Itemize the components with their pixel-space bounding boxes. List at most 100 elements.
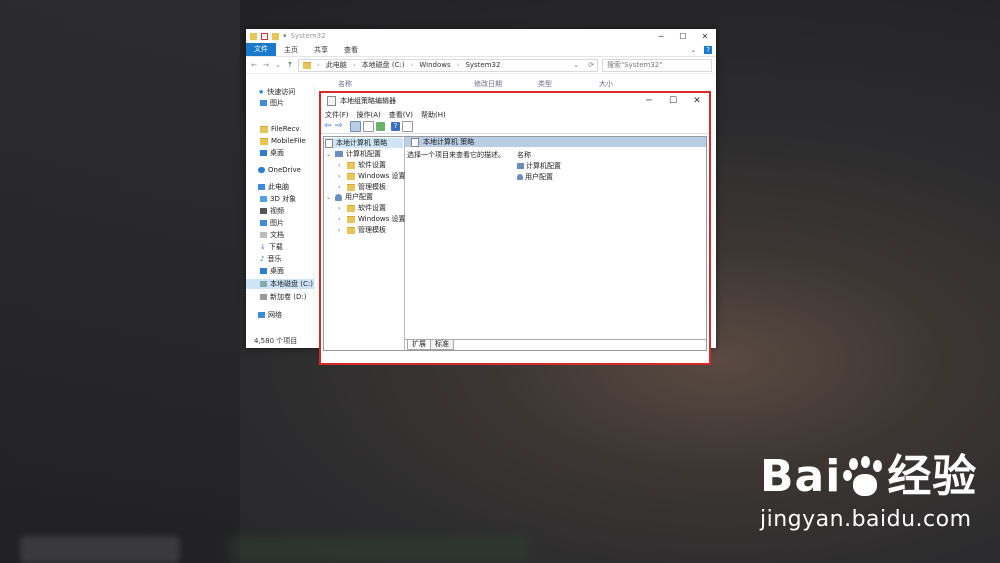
tree-item-software-settings[interactable]: › 软件设置 — [338, 203, 386, 213]
folder-icon — [347, 215, 355, 223]
policy-document-icon — [327, 96, 336, 106]
list-item-computer-config[interactable]: 计算机配置 — [517, 160, 561, 171]
folder-icon — [250, 32, 257, 40]
close-button[interactable]: ✕ — [694, 32, 716, 41]
properties-icon[interactable] — [402, 121, 413, 132]
nav-item-pictures[interactable]: 图片 — [260, 98, 284, 108]
tree-item-root[interactable]: 本地计算机 策略 — [325, 138, 403, 148]
nav-item-documents[interactable]: 文档 — [260, 230, 284, 240]
folder-icon — [347, 172, 355, 180]
refresh-icon[interactable]: ⟳ — [585, 61, 597, 69]
folder-icon — [347, 204, 355, 212]
nav-item-downloads[interactable]: ↓ 下载 — [260, 242, 283, 252]
nav-item-videos[interactable]: 视频 — [260, 206, 284, 216]
close-button[interactable]: ✕ — [685, 96, 709, 106]
list-item-user-config[interactable]: 用户配置 — [517, 171, 561, 182]
maximize-button[interactable]: ☐ — [661, 96, 685, 106]
tab-home[interactable]: 主页 — [276, 45, 306, 55]
background-blur — [0, 0, 240, 563]
chevron-down-icon[interactable]: ⌄ — [326, 194, 332, 201]
tab-view[interactable]: 查看 — [336, 45, 366, 55]
maximize-button[interactable]: ☐ — [672, 32, 694, 41]
quick-access-dropdown-icon[interactable]: ▾ — [283, 32, 287, 40]
nav-item-3d-objects[interactable]: 3D 对象 — [260, 194, 296, 204]
folder-icon — [260, 125, 268, 133]
computer-icon — [258, 184, 265, 190]
recent-dropdown-icon[interactable]: ⌄ — [274, 61, 282, 69]
tree-item-computer-config[interactable]: ⌄ 计算机配置 — [326, 149, 381, 159]
back-icon[interactable]: ← — [250, 61, 258, 69]
paw-icon — [843, 456, 885, 498]
nav-item-desktop[interactable]: 桌面 — [260, 266, 284, 276]
nav-item-filerecv[interactable]: FileRecv — [260, 124, 300, 134]
nav-item-this-pc[interactable]: 此电脑 — [258, 182, 289, 192]
chevron-right-icon[interactable]: › — [338, 184, 344, 191]
tree-item-windows-settings[interactable]: › Windows 设置 — [338, 214, 405, 224]
folder-icon[interactable] — [272, 32, 279, 40]
tab-file[interactable]: 文件 — [246, 43, 276, 56]
back-icon[interactable]: ⇦ — [324, 122, 333, 131]
breadcrumb-separator-icon: › — [456, 61, 460, 69]
search-input[interactable]: 搜索"System32" — [602, 58, 712, 72]
properties-icon[interactable] — [261, 32, 268, 40]
up-icon[interactable]: ↑ — [286, 61, 294, 69]
nav-item-music[interactable]: ♪ 音乐 — [260, 254, 281, 264]
chevron-right-icon[interactable]: › — [338, 173, 344, 180]
tree-item-software-settings[interactable]: › 软件设置 — [338, 160, 386, 170]
tree-item-user-config[interactable]: ⌄ 用户配置 — [326, 192, 373, 202]
tree-item-admin-templates[interactable]: › 管理模板 — [338, 182, 386, 192]
chevron-down-icon[interactable]: ⌄ — [326, 151, 332, 158]
tab-standard[interactable]: 标准 — [430, 340, 454, 350]
nav-item-mobilefile[interactable]: MobileFile — [260, 136, 306, 146]
menu-file[interactable]: 文件(F) — [325, 110, 349, 120]
breadcrumb-item[interactable]: System32 — [465, 61, 500, 69]
breadcrumb-item[interactable]: 本地磁盘 (C:) — [362, 60, 405, 70]
window-title: 本地组策略编辑器 — [340, 97, 396, 105]
details-list: 名称 计算机配置 用户配置 — [517, 149, 561, 182]
column-date[interactable]: 修改日期 — [474, 79, 502, 89]
chevron-right-icon[interactable]: › — [338, 205, 344, 212]
list-icon[interactable] — [363, 121, 374, 132]
column-size[interactable]: 大小 — [599, 79, 613, 89]
list-header-name[interactable]: 名称 — [517, 149, 561, 160]
chevron-right-icon[interactable]: › — [338, 216, 344, 223]
computer-icon — [335, 151, 343, 157]
details-header: 本地计算机 策略 — [405, 137, 706, 147]
forward-icon[interactable]: → — [262, 61, 270, 69]
nav-item-quick-access[interactable]: ★ 快速访问 — [258, 87, 295, 97]
tab-share[interactable]: 共享 — [306, 45, 336, 55]
document-icon — [260, 232, 267, 238]
ribbon-tabs: 文件 主页 共享 查看 ⌄ ? — [246, 43, 716, 57]
column-type[interactable]: 类型 — [538, 79, 552, 89]
path-dropdown-icon[interactable]: ⌄ — [573, 61, 579, 69]
minimize-button[interactable]: ─ — [637, 96, 661, 106]
tab-extended[interactable]: 扩展 — [407, 340, 431, 350]
forward-icon[interactable]: ⇨ — [335, 122, 344, 131]
expand-ribbon-icon[interactable]: ⌄ — [682, 46, 704, 54]
breadcrumb-item[interactable]: 此电脑 — [326, 60, 347, 70]
nav-item-drive-c[interactable]: 本地磁盘 (C:) — [246, 279, 314, 289]
nav-item-desktop[interactable]: 桌面 — [260, 148, 284, 158]
status-bar-count: 4,580 个项目 — [254, 337, 298, 345]
show-tree-icon[interactable] — [350, 121, 361, 132]
chevron-right-icon[interactable]: › — [338, 227, 344, 234]
export-icon[interactable] — [376, 122, 385, 131]
chevron-right-icon[interactable]: › — [338, 162, 344, 169]
help-icon[interactable]: ? — [704, 45, 712, 54]
tree-item-windows-settings[interactable]: › Windows 设置 — [338, 171, 405, 181]
tree-item-admin-templates[interactable]: › 管理模板 — [338, 225, 386, 235]
menu-action[interactable]: 操作(A) — [357, 110, 381, 120]
nav-item-drive-d[interactable]: 新加卷 (D:) — [260, 292, 306, 302]
breadcrumb-item[interactable]: Windows — [419, 61, 450, 69]
menu-view[interactable]: 查看(V) — [389, 110, 413, 120]
nav-item-pictures[interactable]: 图片 — [260, 218, 284, 228]
help-icon[interactable]: ? — [391, 122, 400, 131]
minimize-button[interactable]: ─ — [650, 32, 672, 41]
address-bar[interactable]: › 此电脑 › 本地磁盘 (C:) › Windows › System32 ⌄… — [298, 58, 598, 72]
column-name[interactable]: 名称 — [338, 79, 352, 89]
nav-item-onedrive[interactable]: OneDrive — [258, 165, 301, 175]
breadcrumb-separator-icon: › — [410, 61, 414, 69]
nav-item-network[interactable]: 网络 — [258, 310, 282, 320]
menu-help[interactable]: 帮助(H) — [421, 110, 446, 120]
computer-icon — [517, 162, 524, 169]
